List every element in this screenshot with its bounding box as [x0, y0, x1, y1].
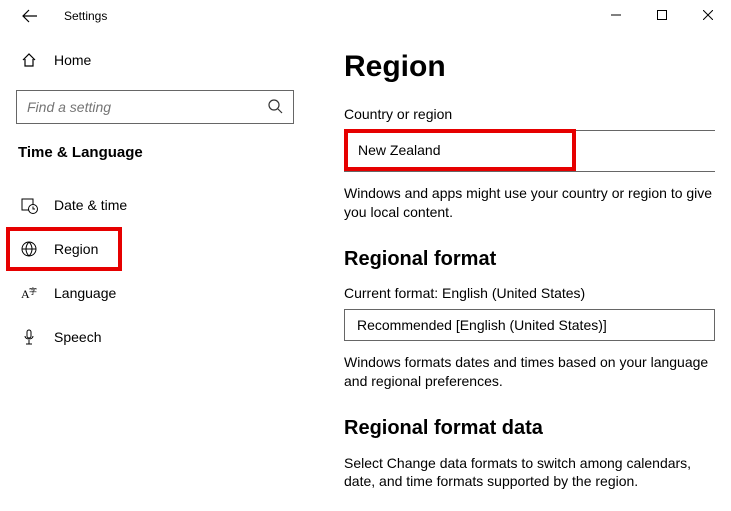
nav-date-time[interactable]: Date & time: [16, 183, 294, 227]
country-desc: Windows and apps might use your country …: [344, 184, 715, 222]
globe-icon: [20, 241, 38, 257]
content-area: Region Country or region New Zealand Win…: [310, 32, 731, 511]
window-title: Settings: [64, 9, 107, 23]
minimize-button[interactable]: [593, 0, 639, 30]
current-format-label: Current format: English (United States): [344, 285, 715, 301]
country-dropdown-highlight: New Zealand: [344, 129, 576, 171]
category-heading: Time & Language: [16, 144, 294, 161]
page-heading: Region: [344, 50, 715, 84]
nav-list: Date & time Region A字 Language: [16, 183, 294, 359]
nav-item-label: Language: [54, 285, 116, 301]
format-desc: Windows formats dates and times based on…: [344, 353, 715, 391]
country-value: New Zealand: [358, 142, 441, 158]
country-dropdown[interactable]: New Zealand: [348, 142, 441, 158]
back-arrow-icon: [22, 8, 38, 24]
nav-region[interactable]: Region: [10, 231, 118, 267]
calendar-clock-icon: [20, 197, 38, 214]
search-icon: [267, 98, 283, 117]
back-button[interactable]: [14, 0, 46, 32]
country-label: Country or region: [344, 106, 715, 122]
nav-item-label: Speech: [54, 329, 101, 345]
nav-item-label: Region: [54, 241, 98, 257]
nav-region-highlight: Region: [6, 227, 122, 271]
search-input[interactable]: [27, 99, 267, 115]
divider: [344, 171, 715, 172]
format-heading: Regional format: [344, 248, 715, 271]
minimize-icon: [611, 10, 621, 20]
format-value: Recommended [English (United States)]: [357, 317, 607, 333]
home-icon: [20, 52, 38, 68]
nav-speech[interactable]: Speech: [16, 315, 294, 359]
home-nav[interactable]: Home: [16, 40, 294, 80]
close-button[interactable]: [685, 0, 731, 30]
search-box[interactable]: [16, 90, 294, 124]
close-icon: [703, 10, 713, 20]
sidebar: Home Time & Language Date & time: [0, 32, 310, 511]
data-heading: Regional format data: [344, 417, 715, 440]
maximize-button[interactable]: [639, 0, 685, 30]
home-label: Home: [54, 52, 91, 68]
microphone-icon: [20, 329, 38, 345]
nav-item-label: Date & time: [54, 197, 127, 213]
data-desc: Select Change data formats to switch amo…: [344, 454, 715, 492]
svg-text:字: 字: [29, 286, 37, 296]
nav-language[interactable]: A字 Language: [16, 271, 294, 315]
language-icon: A字: [20, 286, 38, 301]
format-dropdown[interactable]: Recommended [English (United States)]: [344, 309, 715, 341]
maximize-icon: [657, 10, 667, 20]
